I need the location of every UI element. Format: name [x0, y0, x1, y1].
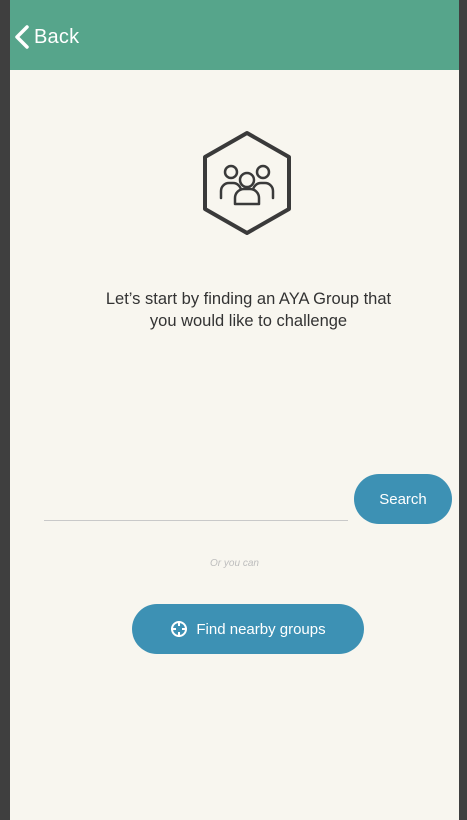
search-button[interactable]: Search	[354, 474, 452, 524]
prompt-line-1: Let’s start by finding an AYA Group that	[105, 290, 392, 308]
back-button[interactable]: Back	[14, 22, 79, 52]
group-search-input[interactable]	[44, 488, 348, 521]
chevron-left-icon	[15, 25, 29, 49]
find-nearby-groups-button[interactable]: Find nearby groups	[132, 604, 364, 654]
crosshair-icon	[171, 621, 188, 637]
prompt-text: Let’s start by finding an AYA Group that…	[50, 288, 447, 332]
header-bar: Back	[10, 0, 459, 70]
or-you-can-text: Or you can	[210, 558, 259, 569]
find-nearby-groups-label: Find nearby groups	[196, 620, 326, 638]
prompt-line-2: you would like to challenge	[149, 312, 348, 330]
app-screen: Back Let’s start by finding an AYA Group…	[0, 0, 467, 820]
back-label: Back	[34, 25, 80, 48]
group-hexagon-icon	[203, 131, 291, 235]
search-button-label: Search	[379, 490, 427, 508]
